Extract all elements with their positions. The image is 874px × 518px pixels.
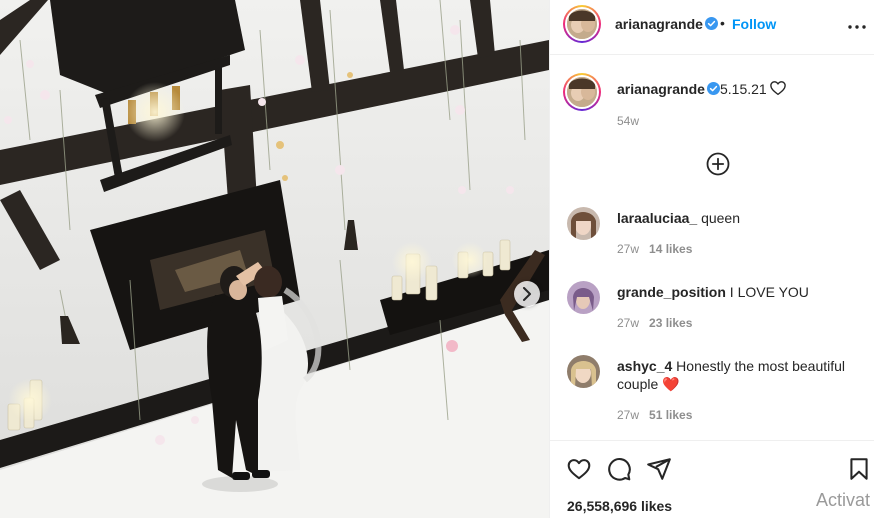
post-actions: 26,558,696 likes Activat	[550, 440, 874, 518]
avatar-photo	[567, 9, 597, 39]
comment-meta: 27w 51 likes	[617, 408, 692, 422]
comment-text: ashyc_4 Honestly the most beautiful coup…	[617, 357, 847, 394]
comment-likes[interactable]: 23 likes	[649, 316, 692, 330]
commenter-avatar[interactable]	[567, 207, 600, 240]
next-image-button[interactable]	[514, 281, 540, 307]
caption-username[interactable]: arianagrande	[617, 81, 705, 97]
comment-body: queen	[701, 210, 740, 226]
verified-badge-icon	[707, 82, 720, 95]
avatar-photo	[567, 281, 600, 314]
heart-icon[interactable]	[566, 456, 592, 482]
wedding-photo	[0, 0, 549, 518]
comment-username[interactable]: laraaluciaa_	[617, 210, 697, 226]
share-icon[interactable]	[646, 456, 672, 482]
comment-text: laraaluciaa_ queen	[617, 209, 847, 227]
caption-text: 5.15.21	[720, 81, 767, 97]
avatar-photo	[567, 355, 600, 388]
commenter-avatar[interactable]	[567, 355, 600, 388]
comment-username[interactable]: grande_position	[617, 284, 726, 300]
author-avatar[interactable]	[563, 5, 601, 43]
like-count[interactable]: 26,558,696 likes	[567, 498, 672, 514]
more-options-icon[interactable]	[847, 17, 867, 37]
verified-badge-icon	[705, 17, 718, 30]
follow-button[interactable]: Follow	[732, 16, 776, 32]
author-username[interactable]: arianagrande	[615, 16, 703, 32]
caption-author-avatar[interactable]	[563, 73, 601, 111]
caption-timestamp[interactable]: 54w	[617, 114, 639, 128]
comment-timestamp[interactable]: 27w	[617, 242, 639, 256]
post-side-panel: arianagrande • Follow arianagrande 5.15.…	[549, 0, 874, 518]
comment-text: grande_position I LOVE YOU	[617, 283, 847, 301]
plus-circle-icon[interactable]	[706, 152, 730, 176]
avatar-photo	[567, 207, 600, 240]
post-header: arianagrande • Follow	[550, 0, 874, 55]
comment-body: I LOVE YOU	[729, 284, 809, 300]
comment-likes[interactable]: 51 likes	[649, 408, 692, 422]
comment-icon[interactable]	[606, 456, 632, 482]
post-photo[interactable]	[0, 0, 549, 518]
avatar-photo	[567, 77, 597, 107]
comment-likes[interactable]: 14 likes	[649, 242, 692, 256]
comment-meta: 27w 23 likes	[617, 316, 692, 330]
chevron-right-icon	[523, 287, 531, 301]
comment-username[interactable]: ashyc_4	[617, 358, 672, 374]
comment-timestamp[interactable]: 27w	[617, 316, 639, 330]
header-separator: •	[720, 15, 725, 31]
comment-meta: 27w 14 likes	[617, 242, 692, 256]
activation-watermark: Activat	[816, 490, 871, 510]
comment-timestamp[interactable]: 27w	[617, 408, 639, 422]
red-heart-emoji: ❤️	[662, 377, 680, 393]
caption-heart-icon	[770, 81, 786, 96]
bookmark-icon[interactable]	[846, 456, 872, 482]
commenter-avatar[interactable]	[567, 281, 600, 314]
